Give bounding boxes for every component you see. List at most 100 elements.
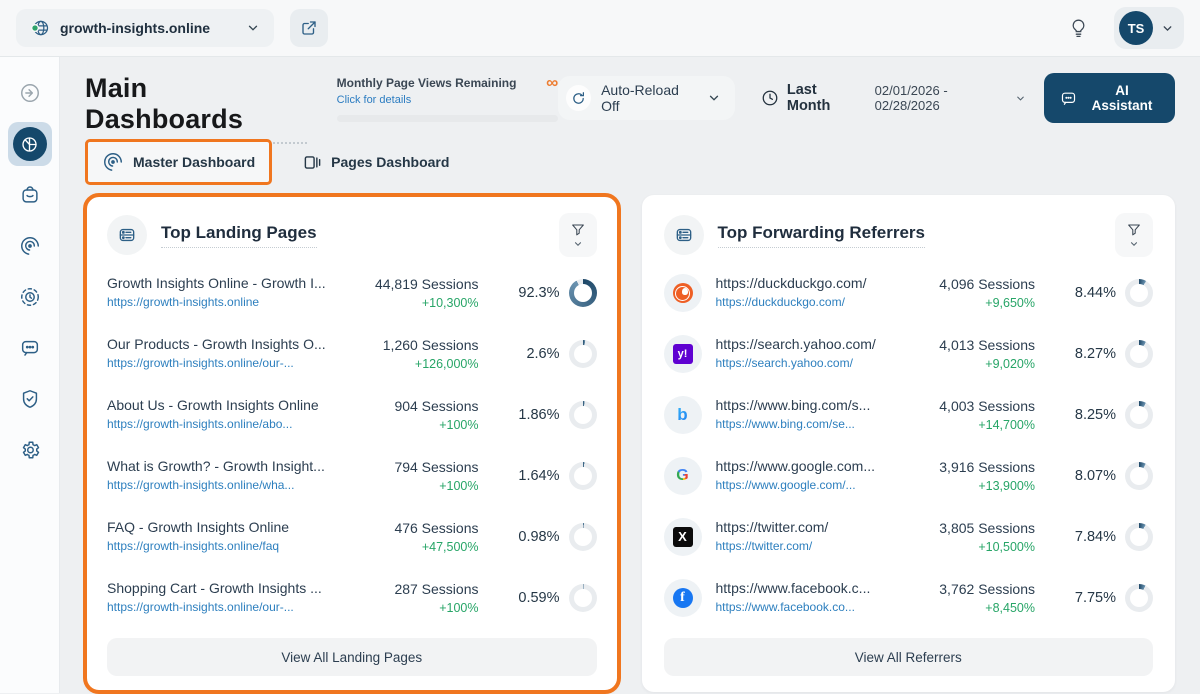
sessions-change: +100% [347,418,479,432]
list-item: Our Products - Growth Insights O... http… [107,325,597,383]
sessions-change: +100% [347,479,479,493]
entry-url-link[interactable]: https://www.google.com/... [716,478,856,492]
refresh-icon [566,85,591,111]
share-donut-chart [569,340,597,368]
clock-icon [761,89,779,107]
entry-url-link[interactable]: https://growth-insights.online [107,295,259,309]
filter-button[interactable] [559,213,597,257]
entry-url-link[interactable]: https://www.bing.com/se... [716,417,855,431]
entry-url-link[interactable]: https://twitter.com/ [716,539,813,553]
referrers-card-wrap: Top Forwarding Referrers https://duckduc… [642,195,1176,692]
entry-url-link[interactable]: https://growth-insights.online/faq [107,539,279,553]
chevron-down-icon [707,91,721,105]
list-item: X https://twitter.com/ https://twitter.c… [664,508,1154,566]
list-item: FAQ - Growth Insights Online https://gro… [107,508,597,566]
open-website-button[interactable] [290,9,328,47]
share-percent: 92.3% [518,285,559,301]
card-title: Top Forwarding Referrers [718,223,926,248]
sidebar-item-main-dashboards[interactable] [8,122,52,166]
entry-title: https://www.bing.com/s... [716,397,904,413]
date-range-value: 02/01/2026 - 02/28/2026 [875,83,1011,113]
share-donut-chart [569,401,597,429]
sessions-value: 794 Sessions [347,459,479,475]
funnel-icon [1126,222,1142,238]
entry-title: https://duckduckgo.com/ [716,275,904,291]
entry-url-link[interactable]: https://duckduckgo.com/ [716,295,845,309]
view-all-landing-pages-button[interactable]: View All Landing Pages [107,638,597,676]
session-recordings-icon [19,286,41,308]
page-title: Main Dashboards [85,73,307,144]
sessions-change: +126,000% [347,357,479,371]
share-donut-chart [1125,279,1153,307]
auto-reload-dropdown[interactable]: Auto-Reload Off [558,76,735,120]
date-range-picker[interactable]: 02/01/2026 - 02/28/2026 [875,83,1026,113]
settings-icon [19,439,41,461]
sidebar-item-ecommerce[interactable] [8,173,52,217]
ai-assistant-button[interactable]: AI Assistant [1044,73,1175,123]
sessions-change: +13,900% [903,479,1035,493]
bing-favicon: b [664,396,702,434]
duckduckgo-favicon [664,274,702,312]
share-donut-chart [1125,523,1153,551]
entry-url-link[interactable]: https://www.facebook.co... [716,600,855,614]
view-all-referrers-button[interactable]: View All Referrers [664,638,1154,676]
share-donut-chart [1125,401,1153,429]
entry-title: Shopping Cart - Growth Insights ... [107,580,347,596]
widgets-row: Top Landing Pages Growth Insights Online… [85,195,1175,692]
share-percent: 0.98% [518,529,559,545]
privacy-center-icon [19,388,41,410]
entry-url-link[interactable]: https://growth-insights.online/our-... [107,600,294,614]
funnel-icon [570,222,586,238]
share-percent: 8.44% [1075,285,1116,301]
ideas-button[interactable] [1060,10,1096,46]
share-donut-chart [569,279,597,307]
top-bar: growth-insights.online TS [0,0,1200,57]
entry-title: https://www.facebook.c... [716,580,904,596]
entry-url-link[interactable]: https://growth-insights.online/abo... [107,417,292,431]
sidebar-item-expand-nav[interactable] [8,71,52,115]
sidebar-item-settings[interactable] [8,428,52,472]
sessions-value: 1,260 Sessions [347,337,479,353]
sessions-value: 4,096 Sessions [903,276,1035,292]
entry-title: Growth Insights Online - Growth I... [107,275,347,291]
account-menu[interactable]: TS [1114,7,1184,49]
tab-label: Pages Dashboard [331,154,449,170]
dashboard-tabs: Master Dashboard Pages Dashboard [85,141,1175,183]
entry-title: https://www.google.com... [716,458,904,474]
infinity-value: ∞ [546,76,558,90]
sidebar-item-privacy-center[interactable] [8,377,52,421]
list-item: Shopping Cart - Growth Insights ... http… [107,569,597,627]
click-for-details-link[interactable]: Click for details [337,94,412,106]
chevron-down-icon [246,21,260,35]
visitor-behavior-icon [19,235,41,257]
tab-pages-dashboard[interactable]: Pages Dashboard [286,141,466,184]
sidebar-item-session-recordings[interactable] [8,275,52,319]
page-views-widget: Monthly Page Views Remaining Click for d… [337,73,559,122]
main-content: Main Dashboards Monthly Page Views Remai… [60,57,1200,693]
chevron-down-icon [1015,93,1026,104]
widget-chip [107,215,147,255]
tab-master-dashboard[interactable]: Master Dashboard [85,139,272,185]
list-item: b https://www.bing.com/s... https://www.… [664,386,1154,444]
share-percent: 8.25% [1075,407,1116,423]
website-selector[interactable]: growth-insights.online [16,9,274,47]
filter-button[interactable] [1115,213,1153,257]
entry-url-link[interactable]: https://search.yahoo.com/ [716,356,853,370]
entry-url-link[interactable]: https://growth-insights.online/our-... [107,356,294,370]
facebook-favicon: f [664,579,702,617]
sessions-value: 3,916 Sessions [903,459,1035,475]
sidebar-item-visitor-behavior[interactable] [8,224,52,268]
entry-url-link[interactable]: https://growth-insights.online/wha... [107,478,294,492]
sidebar-item-feedback[interactable] [8,326,52,370]
sessions-value: 44,819 Sessions [347,276,479,292]
sidebar [0,57,60,693]
share-percent: 1.86% [518,407,559,423]
share-donut-chart [569,584,597,612]
sessions-change: +9,020% [903,357,1035,371]
period-selector[interactable]: Last Month [761,82,861,114]
share-donut-chart [1125,584,1153,612]
chevron-down-icon [573,239,583,249]
share-percent: 0.59% [518,590,559,606]
sessions-change: +10,300% [347,296,479,310]
page-views-progress-bar [337,115,559,122]
